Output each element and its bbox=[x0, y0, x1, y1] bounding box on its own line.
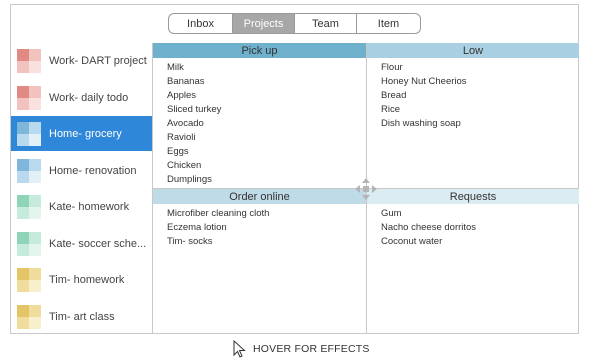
task-item[interactable]: Milk bbox=[167, 61, 221, 75]
project-color-icon bbox=[17, 48, 41, 73]
task-item[interactable]: Bread bbox=[381, 89, 467, 103]
task-item[interactable]: Eggs bbox=[167, 145, 221, 159]
project-color-icon bbox=[17, 231, 41, 256]
sidebar-item-work-dart[interactable]: Work- DART project bbox=[11, 43, 152, 78]
sidebar-item-label: Work- daily todo bbox=[49, 91, 129, 104]
task-item[interactable]: Nacho cheese dorritos bbox=[381, 221, 476, 235]
task-item[interactable]: Chicken bbox=[167, 159, 221, 173]
task-item[interactable]: Flour bbox=[381, 61, 467, 75]
task-item[interactable]: Dish washing soap bbox=[381, 117, 467, 131]
project-color-icon bbox=[17, 304, 41, 329]
sidebar-item-tim-art[interactable]: Tim- art class bbox=[11, 299, 152, 334]
task-list-pick-up: Milk Bananas Apples Sliced turkey Avocad… bbox=[167, 61, 221, 187]
sidebar-item-kate-soccer[interactable]: Kate- soccer sche... bbox=[11, 226, 152, 261]
project-color-icon bbox=[17, 158, 41, 183]
sidebar-item-work-daily[interactable]: Work- daily todo bbox=[11, 80, 152, 115]
quadrant-header-order-online: Order online bbox=[153, 189, 366, 204]
sidebar-item-home-grocery[interactable]: Home- grocery bbox=[11, 116, 152, 151]
tab-team[interactable]: Team bbox=[295, 14, 357, 33]
task-item[interactable]: Honey Nut Cheerios bbox=[381, 75, 467, 89]
tab-inbox[interactable]: Inbox bbox=[169, 14, 233, 33]
sidebar-item-label: Tim- art class bbox=[49, 310, 115, 323]
hover-hint: HOVER FOR EFFECTS bbox=[233, 340, 370, 358]
task-item[interactable]: Microfiber cleaning cloth bbox=[167, 207, 269, 221]
quadrant-header-pick-up: Pick up bbox=[153, 43, 366, 58]
sidebar-item-home-renovation[interactable]: Home- renovation bbox=[11, 153, 152, 188]
tab-projects[interactable]: Projects bbox=[233, 14, 295, 33]
task-item[interactable]: Eczema lotion bbox=[167, 221, 269, 235]
task-list-requests: Gum Nacho cheese dorritos Coconut water bbox=[381, 207, 476, 249]
task-item[interactable]: Bananas bbox=[167, 75, 221, 89]
task-item[interactable]: Gum bbox=[381, 207, 476, 221]
project-color-icon bbox=[17, 267, 41, 292]
sidebar-item-label: Tim- homework bbox=[49, 273, 125, 286]
tab-item[interactable]: Item bbox=[357, 14, 420, 33]
task-item[interactable]: Rice bbox=[381, 103, 467, 117]
task-list-low: Flour Honey Nut Cheerios Bread Rice Dish… bbox=[381, 61, 467, 131]
project-color-icon bbox=[17, 121, 41, 146]
sidebar-item-label: Home- renovation bbox=[49, 164, 137, 177]
hover-hint-label: HOVER FOR EFFECTS bbox=[253, 343, 370, 355]
task-item[interactable]: Sliced turkey bbox=[167, 103, 221, 117]
sidebar-item-tim-homework[interactable]: Tim- homework bbox=[11, 262, 152, 297]
sidebar-item-label: Work- DART project bbox=[49, 54, 147, 67]
quadrant-header-requests: Requests bbox=[367, 189, 579, 204]
task-item[interactable]: Tim- socks bbox=[167, 235, 269, 249]
sidebar-item-kate-homework[interactable]: Kate- homework bbox=[11, 189, 152, 224]
sidebar-item-label: Home- grocery bbox=[49, 127, 122, 140]
task-item[interactable]: Avocado bbox=[167, 117, 221, 131]
task-item[interactable]: Dumplings bbox=[167, 173, 221, 187]
sidebar-item-label: Kate- homework bbox=[49, 200, 130, 213]
task-item[interactable]: Ravioli bbox=[167, 131, 221, 145]
task-list-order-online: Microfiber cleaning cloth Eczema lotion … bbox=[167, 207, 269, 249]
project-color-icon bbox=[17, 194, 41, 219]
task-item[interactable]: Coconut water bbox=[381, 235, 476, 249]
mouse-pointer-icon bbox=[233, 340, 246, 358]
project-sidebar: Work- DART project Work- daily todo Home… bbox=[11, 43, 153, 333]
move-arrows-icon[interactable] bbox=[355, 178, 377, 200]
project-color-icon bbox=[17, 85, 41, 110]
task-item[interactable]: Apples bbox=[167, 89, 221, 103]
quadrant-header-low: Low bbox=[367, 43, 579, 58]
sidebar-item-label: Kate- soccer sche... bbox=[49, 237, 147, 250]
view-tabs: Inbox Projects Team Item bbox=[168, 13, 421, 34]
